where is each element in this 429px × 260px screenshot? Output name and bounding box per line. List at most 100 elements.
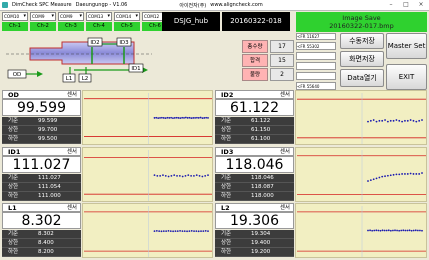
panel-row-base: 기준 8.302	[2, 230, 81, 239]
data-point	[168, 117, 171, 119]
data-point	[176, 174, 178, 177]
panel-row-upper: 상한 118.087	[215, 183, 294, 192]
data-point	[378, 176, 381, 179]
data-point	[384, 119, 386, 121]
data-point	[392, 173, 395, 176]
minimize-icon[interactable]: –	[384, 1, 398, 9]
sensor-label: 센서	[66, 92, 77, 98]
channel-indicator: Ch-5	[114, 22, 140, 31]
panel-value: 8.302	[2, 212, 81, 229]
data-point	[415, 120, 418, 123]
data-point	[369, 179, 372, 182]
com-select[interactable]: COM9	[30, 12, 56, 21]
row-value: 111.054	[38, 184, 61, 190]
sensor-label: 센서	[279, 205, 290, 211]
row-label: 기준	[221, 175, 232, 181]
data-point	[371, 229, 374, 232]
count-total-value: 17	[270, 40, 294, 53]
panel-row-base: 기준 111.027	[2, 174, 81, 183]
label-id1: ID1	[131, 66, 140, 72]
data-point	[190, 230, 193, 232]
data-point	[386, 174, 389, 177]
data-point	[197, 230, 200, 233]
data-point	[183, 117, 185, 119]
panel-header: ID1 센서	[2, 147, 81, 156]
panel-header: OD 센서	[2, 90, 81, 99]
panel-row-base: 기준 19.304	[215, 230, 294, 239]
data-point	[188, 230, 191, 233]
data-point	[194, 117, 196, 119]
exit-button[interactable]: EXIT	[386, 64, 427, 90]
measure-panel: ID2 센서 61.122 기준 61.122 상한 61.150 하한 61.100	[215, 90, 294, 146]
app-icon	[2, 2, 8, 8]
title-bar: DimCheck SPC Measure Daeungungp - V1.06 …	[0, 0, 429, 11]
com-select[interactable]: COM10	[2, 12, 28, 21]
data-point	[188, 116, 191, 119]
data-point	[381, 175, 384, 178]
company-url: www.aligncheck.com	[210, 2, 263, 8]
com-select[interactable]: COM13	[86, 12, 112, 21]
data-point	[395, 173, 398, 176]
data-point	[421, 119, 423, 121]
data-point	[389, 174, 392, 177]
data-point	[193, 230, 195, 233]
panel-value: 61.122	[215, 99, 294, 116]
message-field[interactable]	[296, 62, 336, 70]
trend-chart	[295, 147, 427, 202]
master-set-button[interactable]: Master Set	[386, 33, 427, 59]
user-label: Daeungungp - V1.06	[75, 2, 128, 8]
measure-panel: L2 센서 19.306 기준 19.304 상한 19.400 하한 19.200	[215, 203, 294, 259]
row-value: 118.087	[251, 184, 274, 190]
panel-row-base: 기준 99.599	[2, 117, 81, 126]
data-point	[416, 229, 419, 232]
panel-row-lower: 하한 8.200	[2, 248, 81, 257]
data-point	[181, 116, 184, 119]
row-value: 99.599	[38, 118, 58, 124]
row-value: 118.000	[251, 193, 274, 199]
row-value: 8.302	[38, 231, 54, 237]
data-point	[408, 229, 411, 232]
count-pass-label: 합격	[242, 54, 268, 67]
row-value: 111.027	[38, 175, 61, 181]
data-point	[176, 230, 179, 233]
row-label: 하한	[8, 193, 19, 199]
message-field[interactable]	[296, 52, 336, 60]
data-point	[158, 230, 161, 233]
panel-row-upper: 상한 99.700	[2, 126, 81, 135]
data-point	[418, 119, 421, 122]
data-point	[160, 116, 163, 119]
com-select[interactable]: COM9	[58, 12, 84, 21]
channel-indicator: Ch-4	[86, 22, 112, 31]
count-pass-value: 15	[270, 54, 294, 67]
message-field[interactable]	[296, 72, 336, 80]
maximize-icon[interactable]: □	[399, 1, 413, 9]
data-open-button[interactable]: Data열기	[340, 69, 384, 87]
row-label: 하한	[221, 193, 232, 199]
data-point	[396, 229, 398, 232]
com-port-row: COM10 COM9 COM9 COM13 COM14 COM12	[2, 12, 168, 21]
label-id2: ID2	[90, 40, 99, 46]
com-select[interactable]: COM14	[114, 12, 140, 21]
close-icon[interactable]: ×	[414, 1, 428, 9]
data-point	[392, 229, 394, 232]
data-point	[173, 174, 176, 177]
trend-chart	[295, 90, 427, 145]
panel-header: ID2 센서	[215, 90, 294, 99]
panel-value: 19.306	[215, 212, 294, 229]
data-point	[201, 117, 204, 120]
data-point	[401, 120, 404, 123]
data-point	[172, 117, 174, 120]
panel-name: L2	[221, 204, 230, 212]
data-point	[159, 174, 162, 177]
data-point	[179, 117, 182, 120]
data-point	[184, 174, 187, 177]
data-point	[412, 173, 415, 175]
data-point	[381, 119, 384, 122]
label-od: OD	[13, 72, 22, 78]
row-label: 기준	[8, 175, 19, 181]
data-point	[179, 230, 181, 232]
manual-save-button[interactable]: 수동저장	[340, 33, 384, 49]
screen-save-button[interactable]: 화면저장	[340, 51, 384, 67]
data-point	[386, 120, 389, 123]
measure-panel: ID1 센서 111.027 기준 111.027 상한 111.054 하한 111.000	[2, 147, 81, 203]
